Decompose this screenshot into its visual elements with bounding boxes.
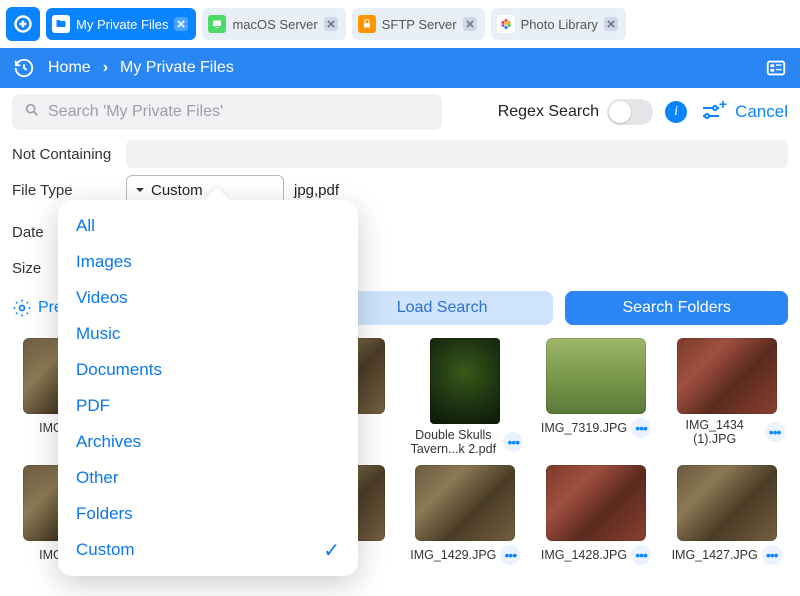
close-icon[interactable] — [174, 17, 188, 31]
folder-icon — [52, 15, 70, 33]
more-icon[interactable]: ••• — [500, 545, 520, 565]
breadcrumb-current[interactable]: My Private Files — [120, 59, 234, 77]
menu-item-pdf[interactable]: PDF — [58, 388, 358, 424]
filter-label: Not Containing — [12, 146, 126, 163]
search-folders-button[interactable]: Search Folders — [565, 291, 788, 325]
file-item[interactable]: IMG_7319.JPG ••• — [535, 338, 658, 457]
file-name: IMG_7319.JPG — [541, 421, 627, 435]
menu-item-other[interactable]: Other — [58, 460, 358, 496]
lock-icon — [358, 15, 376, 33]
menu-item-folders[interactable]: Folders — [58, 496, 358, 532]
info-icon[interactable]: i — [665, 101, 687, 123]
search-row: Search 'My Private Files' Regex Search i… — [0, 88, 800, 136]
file-name: Double Skulls Tavern...k 2.pdf — [407, 428, 499, 457]
not-containing-input[interactable] — [126, 140, 788, 168]
file-item[interactable]: IMG_1428.JPG ••• — [535, 465, 658, 565]
file-name: IMG_1429.JPG — [410, 548, 496, 562]
display-mode-icon[interactable] — [764, 56, 788, 80]
more-icon[interactable]: ••• — [762, 545, 782, 565]
close-icon[interactable] — [463, 17, 477, 31]
dropdown-selected: Custom — [151, 182, 203, 199]
load-search-button[interactable]: Load Search — [331, 291, 554, 325]
file-type-menu: All Images Videos Music Documents PDF Ar… — [58, 200, 358, 576]
tab-bar: My Private Files macOS Server SFTP Serve… — [0, 0, 800, 48]
more-icon[interactable]: ••• — [631, 418, 651, 438]
breadcrumb-bar: Home › My Private Files — [0, 48, 800, 88]
file-item[interactable]: IMG_1434 (1).JPG••• — [665, 338, 788, 457]
cancel-button[interactable]: Cancel — [735, 102, 788, 122]
thumbnail — [430, 338, 500, 424]
thumbnail — [546, 465, 646, 541]
tab-label: macOS Server — [232, 17, 317, 32]
flower-icon — [497, 15, 515, 33]
more-icon[interactable]: ••• — [631, 545, 651, 565]
breadcrumb-root[interactable]: Home — [48, 59, 91, 77]
menu-item-archives[interactable]: Archives — [58, 424, 358, 460]
tab-macos-server[interactable]: macOS Server — [202, 8, 345, 40]
file-type-value: jpg,pdf — [294, 182, 339, 199]
tab-photo-library[interactable]: Photo Library — [491, 8, 626, 40]
filter-label: File Type — [12, 182, 126, 199]
file-item[interactable]: IMG_1427.JPG ••• — [665, 465, 788, 565]
thumbnail — [546, 338, 646, 414]
search-placeholder: Search 'My Private Files' — [48, 103, 223, 121]
regex-toggle[interactable] — [607, 99, 653, 125]
menu-item-videos[interactable]: Videos — [58, 280, 358, 316]
tab-my-private-files[interactable]: My Private Files — [46, 8, 196, 40]
file-name: IMG_1428.JPG — [541, 548, 627, 562]
tab-label: My Private Files — [76, 17, 168, 32]
search-input[interactable]: Search 'My Private Files' — [12, 94, 442, 130]
monitor-icon — [208, 15, 226, 33]
checkmark-icon: ✓ — [323, 538, 340, 563]
filter-not-containing: Not Containing — [0, 136, 800, 172]
more-icon[interactable]: ••• — [765, 422, 785, 442]
menu-item-all[interactable]: All — [58, 208, 358, 244]
thumbnail — [415, 465, 515, 541]
chevron-right-icon: › — [103, 59, 108, 77]
thumbnail — [677, 465, 777, 541]
regex-label: Regex Search — [498, 103, 599, 121]
file-item[interactable]: Double Skulls Tavern...k 2.pdf••• — [404, 338, 527, 457]
menu-item-custom[interactable]: Custom✓ — [58, 532, 358, 568]
history-icon[interactable] — [12, 56, 36, 80]
file-name: IMG_1434 (1).JPG — [669, 418, 761, 447]
thumbnail — [677, 338, 777, 414]
close-icon[interactable] — [324, 17, 338, 31]
more-icon[interactable]: ••• — [503, 432, 523, 452]
tab-label: SFTP Server — [382, 17, 457, 32]
menu-item-music[interactable]: Music — [58, 316, 358, 352]
filter-settings-icon[interactable]: + — [699, 100, 723, 124]
file-item[interactable]: IMG_1429.JPG ••• — [404, 465, 527, 565]
close-icon[interactable] — [604, 17, 618, 31]
search-icon — [24, 102, 40, 123]
menu-item-images[interactable]: Images — [58, 244, 358, 280]
tab-label: Photo Library — [521, 17, 598, 32]
menu-item-documents[interactable]: Documents — [58, 352, 358, 388]
tab-sftp-server[interactable]: SFTP Server — [352, 8, 485, 40]
file-name: IMG_1427.JPG — [672, 548, 758, 562]
add-tab-button[interactable] — [6, 7, 40, 41]
